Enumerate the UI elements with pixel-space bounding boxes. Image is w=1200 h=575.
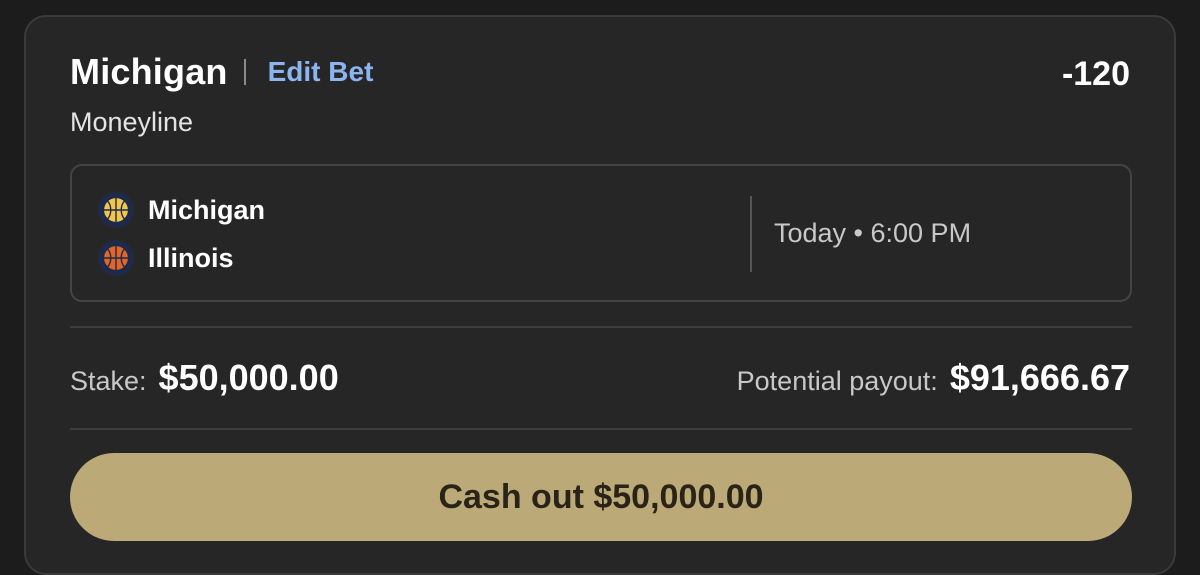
matchup-box[interactable]: Michigan Illinois Today • 6:00 PM (70, 164, 1132, 302)
bet-selection-title: Michigan (70, 51, 228, 92)
team-row-illinois: Illinois (98, 240, 234, 276)
stake-value: $50,000.00 (158, 357, 339, 398)
bet-odds: -120 (1061, 55, 1130, 93)
section-divider (70, 428, 1132, 430)
game-time: Today • 6:00 PM (774, 218, 972, 248)
payout-value: $91,666.67 (949, 357, 1130, 398)
bet-market: Moneyline (70, 107, 194, 137)
payout-summary: Potential payout: $91,666.67 (737, 357, 1130, 399)
stake-summary: Stake: $50,000.00 (70, 357, 339, 399)
header-divider (243, 59, 246, 85)
edit-bet-link[interactable]: Edit Bet (268, 56, 374, 88)
section-divider (70, 326, 1132, 328)
team-name: Michigan (148, 194, 266, 225)
bet-header: Michigan Edit Bet (70, 51, 373, 93)
cash-out-button[interactable]: Cash out $50,000.00 (70, 453, 1132, 541)
basketball-icon (98, 192, 134, 228)
team-row-michigan: Michigan (98, 192, 265, 228)
team-name: Illinois (148, 242, 234, 273)
bet-card: Michigan Edit Bet -120 Moneyline Michiga… (24, 15, 1176, 575)
matchup-divider (750, 196, 752, 272)
payout-label: Potential payout: (736, 366, 938, 396)
stake-label: Stake: (70, 366, 147, 396)
basketball-icon (98, 240, 134, 276)
